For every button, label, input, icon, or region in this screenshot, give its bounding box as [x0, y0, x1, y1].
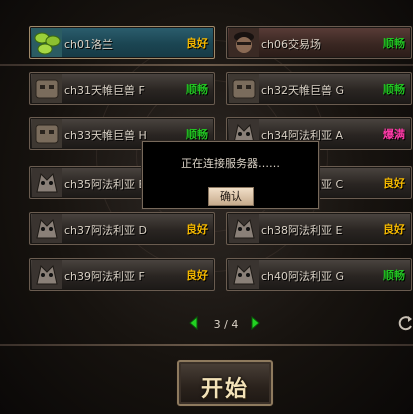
server-name: ch33天帷巨兽 H — [64, 129, 147, 142]
next-page-arrow-icon[interactable] — [251, 316, 260, 330]
server-name: ch06交易场 — [261, 38, 322, 51]
server-status: 良好 — [383, 223, 405, 236]
demon-beast-icon — [229, 214, 259, 243]
server-name: ch35阿法利亚 B — [64, 178, 147, 191]
dialog-message: 正在连接服务器…… — [181, 157, 280, 170]
page-indicator: 3 / 4 — [213, 318, 239, 331]
server-item-ch40[interactable]: ch40阿法利亚 G 顺畅 — [226, 258, 412, 291]
server-select-screen: ch01洛兰 良好 ch06交易场 顺畅 ch31天帷巨兽 F 顺畅 ch32天… — [0, 0, 413, 414]
server-name: ch40阿法利亚 G — [261, 270, 345, 283]
server-item-ch37[interactable]: ch37阿法利亚 D 良好 — [29, 212, 215, 245]
server-status: 良好 — [186, 223, 208, 236]
connecting-dialog: 正在连接服务器…… 确认 — [142, 141, 319, 209]
confirm-button[interactable]: 确认 — [208, 187, 254, 206]
server-status: 良好 — [186, 269, 208, 282]
refresh-icon[interactable] — [398, 314, 413, 332]
demon-beast-icon — [32, 168, 62, 197]
server-name: ch39阿法利亚 F — [64, 270, 145, 283]
server-name: ch01洛兰 — [64, 38, 114, 51]
stone-beast-icon — [229, 74, 259, 103]
merchant-face-icon — [229, 28, 259, 57]
demon-beast-icon — [229, 260, 259, 289]
server-item-ch06[interactable]: ch06交易场 顺畅 — [226, 26, 412, 59]
server-name: ch37阿法利亚 D — [64, 224, 147, 237]
server-name: ch32天帷巨兽 G — [261, 84, 345, 97]
server-item-ch39[interactable]: ch39阿法利亚 F 良好 — [29, 258, 215, 291]
start-button[interactable]: 开始 — [177, 360, 273, 406]
demon-beast-icon — [32, 214, 62, 243]
server-status: 顺畅 — [383, 37, 405, 50]
server-item-ch32[interactable]: ch32天帷巨兽 G 顺畅 — [226, 72, 412, 105]
server-status: 良好 — [186, 37, 208, 50]
server-name: ch38阿法利亚 E — [261, 224, 343, 237]
demon-beast-icon — [32, 260, 62, 289]
stone-beast-icon — [32, 74, 62, 103]
server-status: 顺畅 — [186, 83, 208, 96]
server-item-ch31[interactable]: ch31天帷巨兽 F 顺畅 — [29, 72, 215, 105]
server-name: ch31天帷巨兽 F — [64, 84, 145, 97]
server-item-ch38[interactable]: ch38阿法利亚 E 良好 — [226, 212, 412, 245]
herb-leaves-icon — [32, 28, 62, 57]
bottom-divider — [0, 344, 413, 346]
stone-beast-icon — [32, 119, 62, 148]
top-divider — [0, 64, 413, 66]
server-status: 顺畅 — [383, 269, 405, 282]
server-item-ch01[interactable]: ch01洛兰 良好 — [29, 26, 215, 59]
server-status: 顺畅 — [186, 128, 208, 141]
start-button-label: 开始 — [200, 376, 249, 402]
server-status: 顺畅 — [383, 83, 405, 96]
prev-page-arrow-icon[interactable] — [189, 316, 198, 330]
server-status: 良好 — [383, 177, 405, 190]
server-status: 爆满 — [383, 128, 405, 141]
